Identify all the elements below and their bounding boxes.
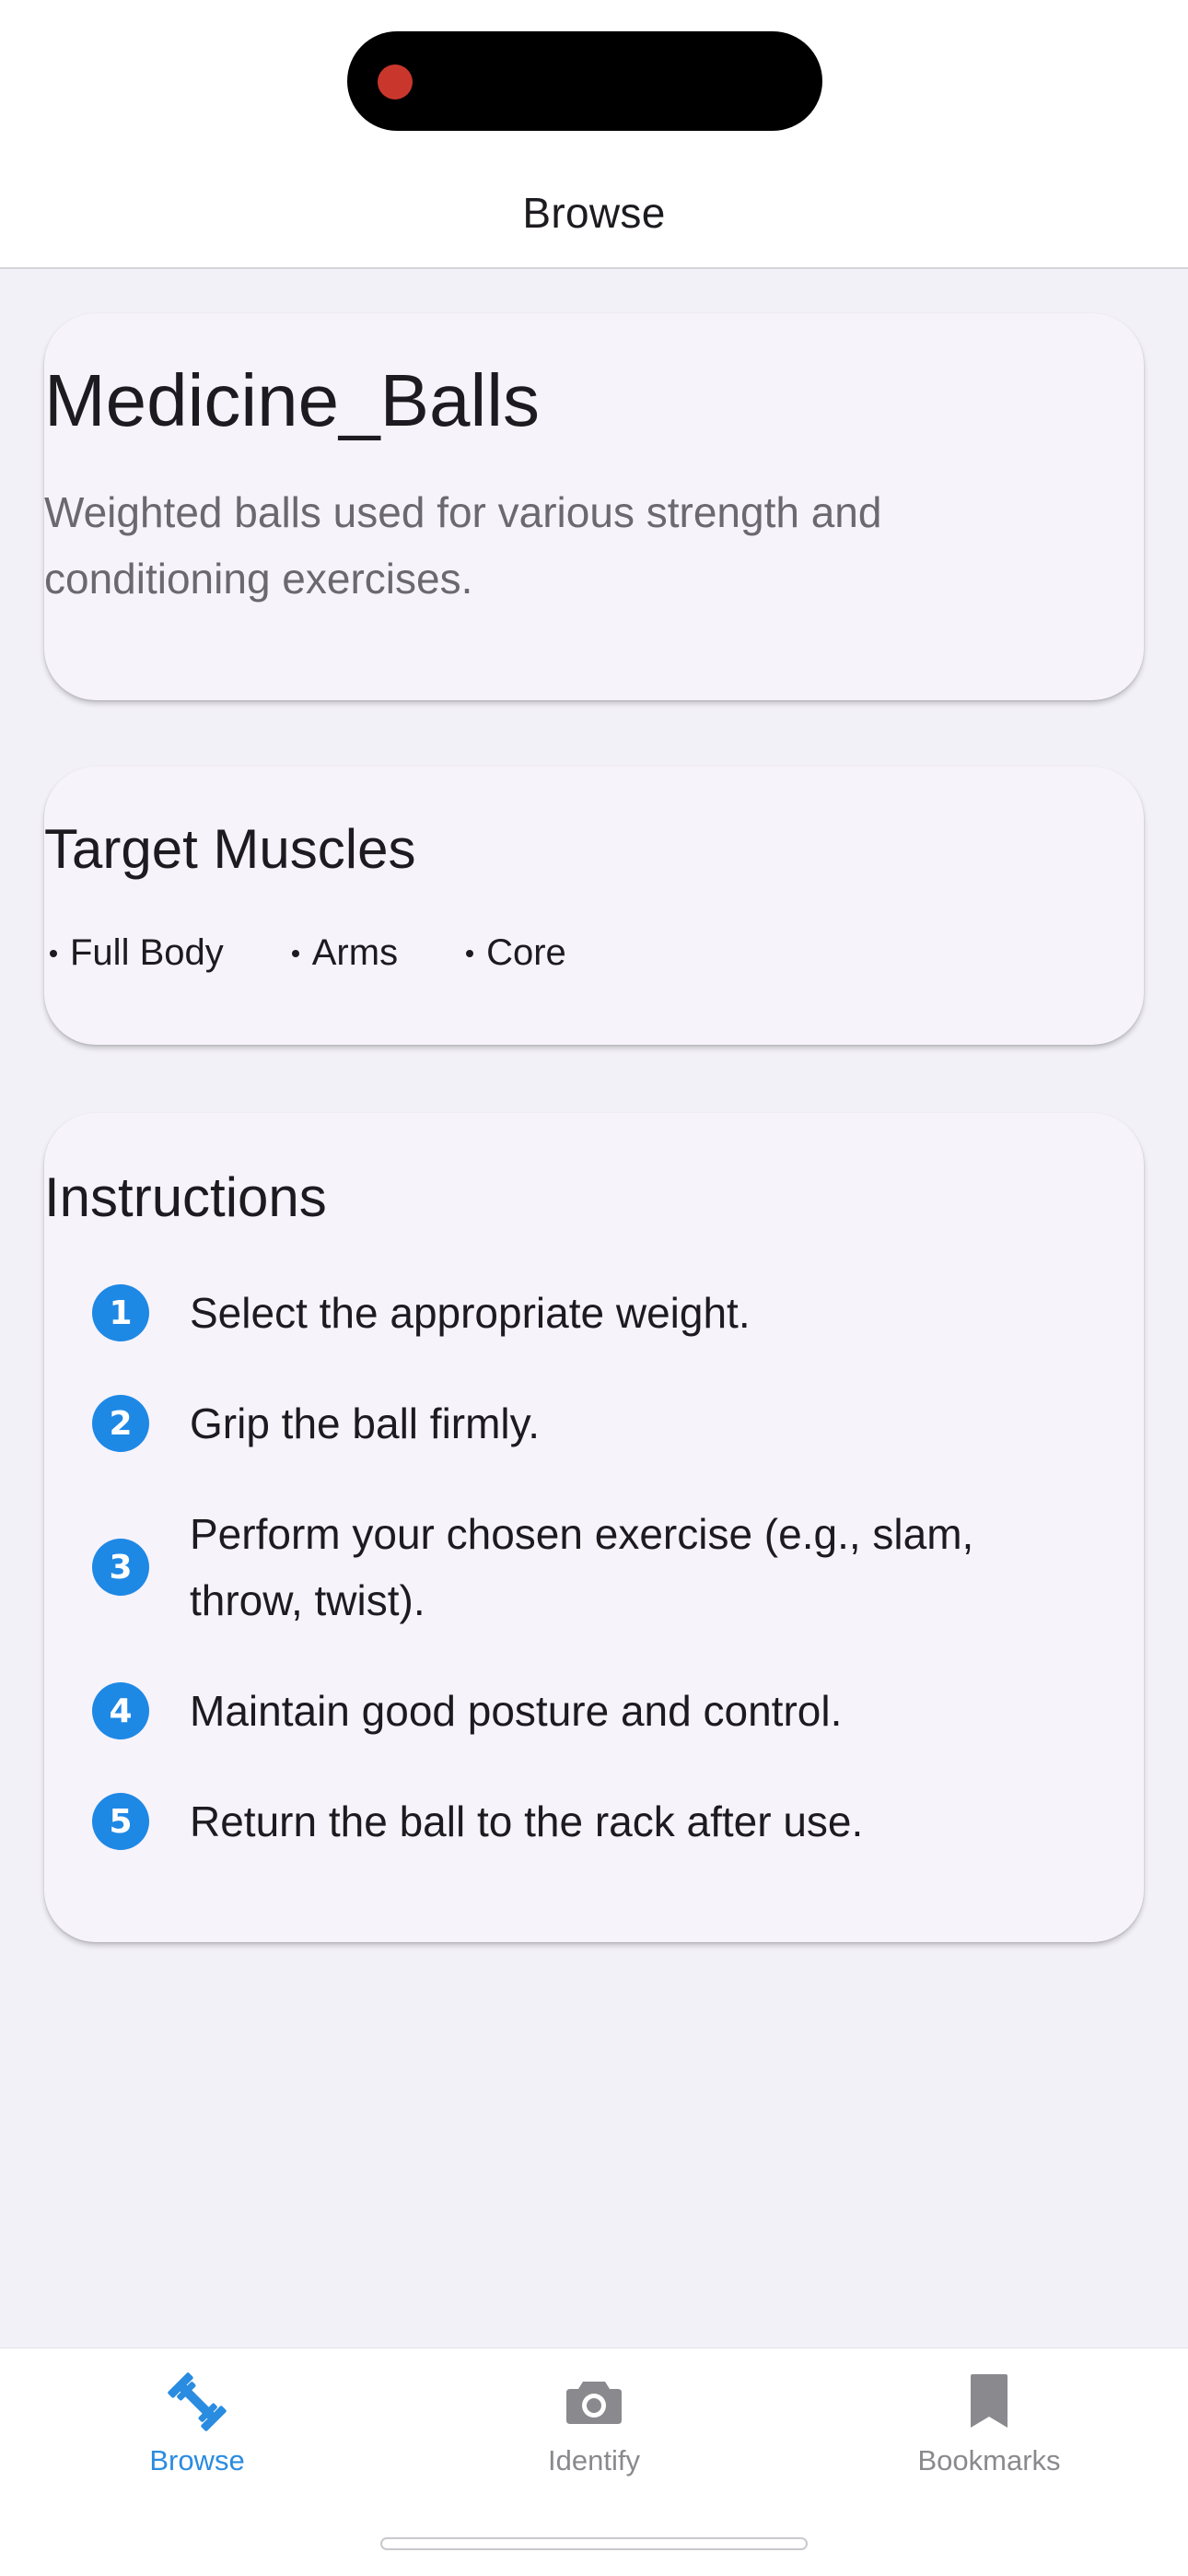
instruction-step: 2 Grip the ball firmly. (92, 1390, 1050, 1457)
muscle-chip: Full Body (50, 932, 224, 974)
instruction-step: 4 Maintain good posture and control. (92, 1678, 1050, 1744)
recording-indicator-icon (378, 64, 413, 100)
muscle-chip: Arms (291, 932, 399, 974)
camera-icon (561, 2369, 627, 2435)
muscle-chip: Core (466, 932, 566, 974)
page-title: Browse (522, 189, 666, 237)
instruction-step: 1 Select the appropriate weight. (92, 1280, 1050, 1346)
step-text: Perform your chosen exercise (e.g., slam… (190, 1510, 974, 1624)
tab-label: Bookmarks (917, 2444, 1061, 2476)
bullet-icon (50, 949, 57, 957)
step-number-badge: 5 (92, 1793, 149, 1850)
target-muscles-card (44, 767, 1144, 1045)
tab-label: Browse (149, 2444, 245, 2476)
bullet-icon (291, 949, 299, 957)
step-text: Maintain good posture and control. (190, 1687, 843, 1735)
muscle-label: Full Body (70, 932, 224, 973)
tab-bookmarks[interactable]: Bookmarks (869, 2369, 1109, 2477)
tab-browse[interactable]: Browse (77, 2369, 317, 2477)
step-number-badge: 4 (92, 1682, 149, 1739)
step-number-badge: 2 (92, 1395, 149, 1452)
bullet-icon (466, 949, 474, 957)
target-muscles-title: Target Muscles (44, 818, 416, 880)
home-indicator[interactable] (380, 2537, 808, 2550)
instruction-step: 5 Return the ball to the rack after use. (92, 1788, 1050, 1855)
instructions-title: Instructions (44, 1166, 327, 1228)
instruction-step: 3 Perform your chosen exercise (e.g., sl… (92, 1501, 1050, 1633)
tab-label: Identify (548, 2444, 640, 2476)
muscle-list: Full Body Arms Core (44, 932, 566, 974)
tab-identify[interactable]: Identify (474, 2369, 714, 2477)
bookmark-icon (956, 2369, 1022, 2435)
exercise-name: Medicine_Balls (44, 359, 541, 441)
step-number-badge: 1 (92, 1284, 149, 1341)
step-number-badge: 3 (92, 1539, 149, 1596)
dumbbell-icon (164, 2369, 230, 2435)
dynamic-island (347, 31, 822, 131)
muscle-label: Core (486, 932, 566, 973)
muscle-label: Arms (311, 932, 399, 973)
top-navigation-bar: Browse (0, 0, 1188, 269)
exercise-description: Weighted balls used for various strength… (44, 488, 882, 603)
step-text: Return the ball to the rack after use. (190, 1797, 864, 1845)
step-text: Grip the ball firmly. (190, 1399, 541, 1447)
step-text: Select the appropriate weight. (190, 1289, 751, 1337)
